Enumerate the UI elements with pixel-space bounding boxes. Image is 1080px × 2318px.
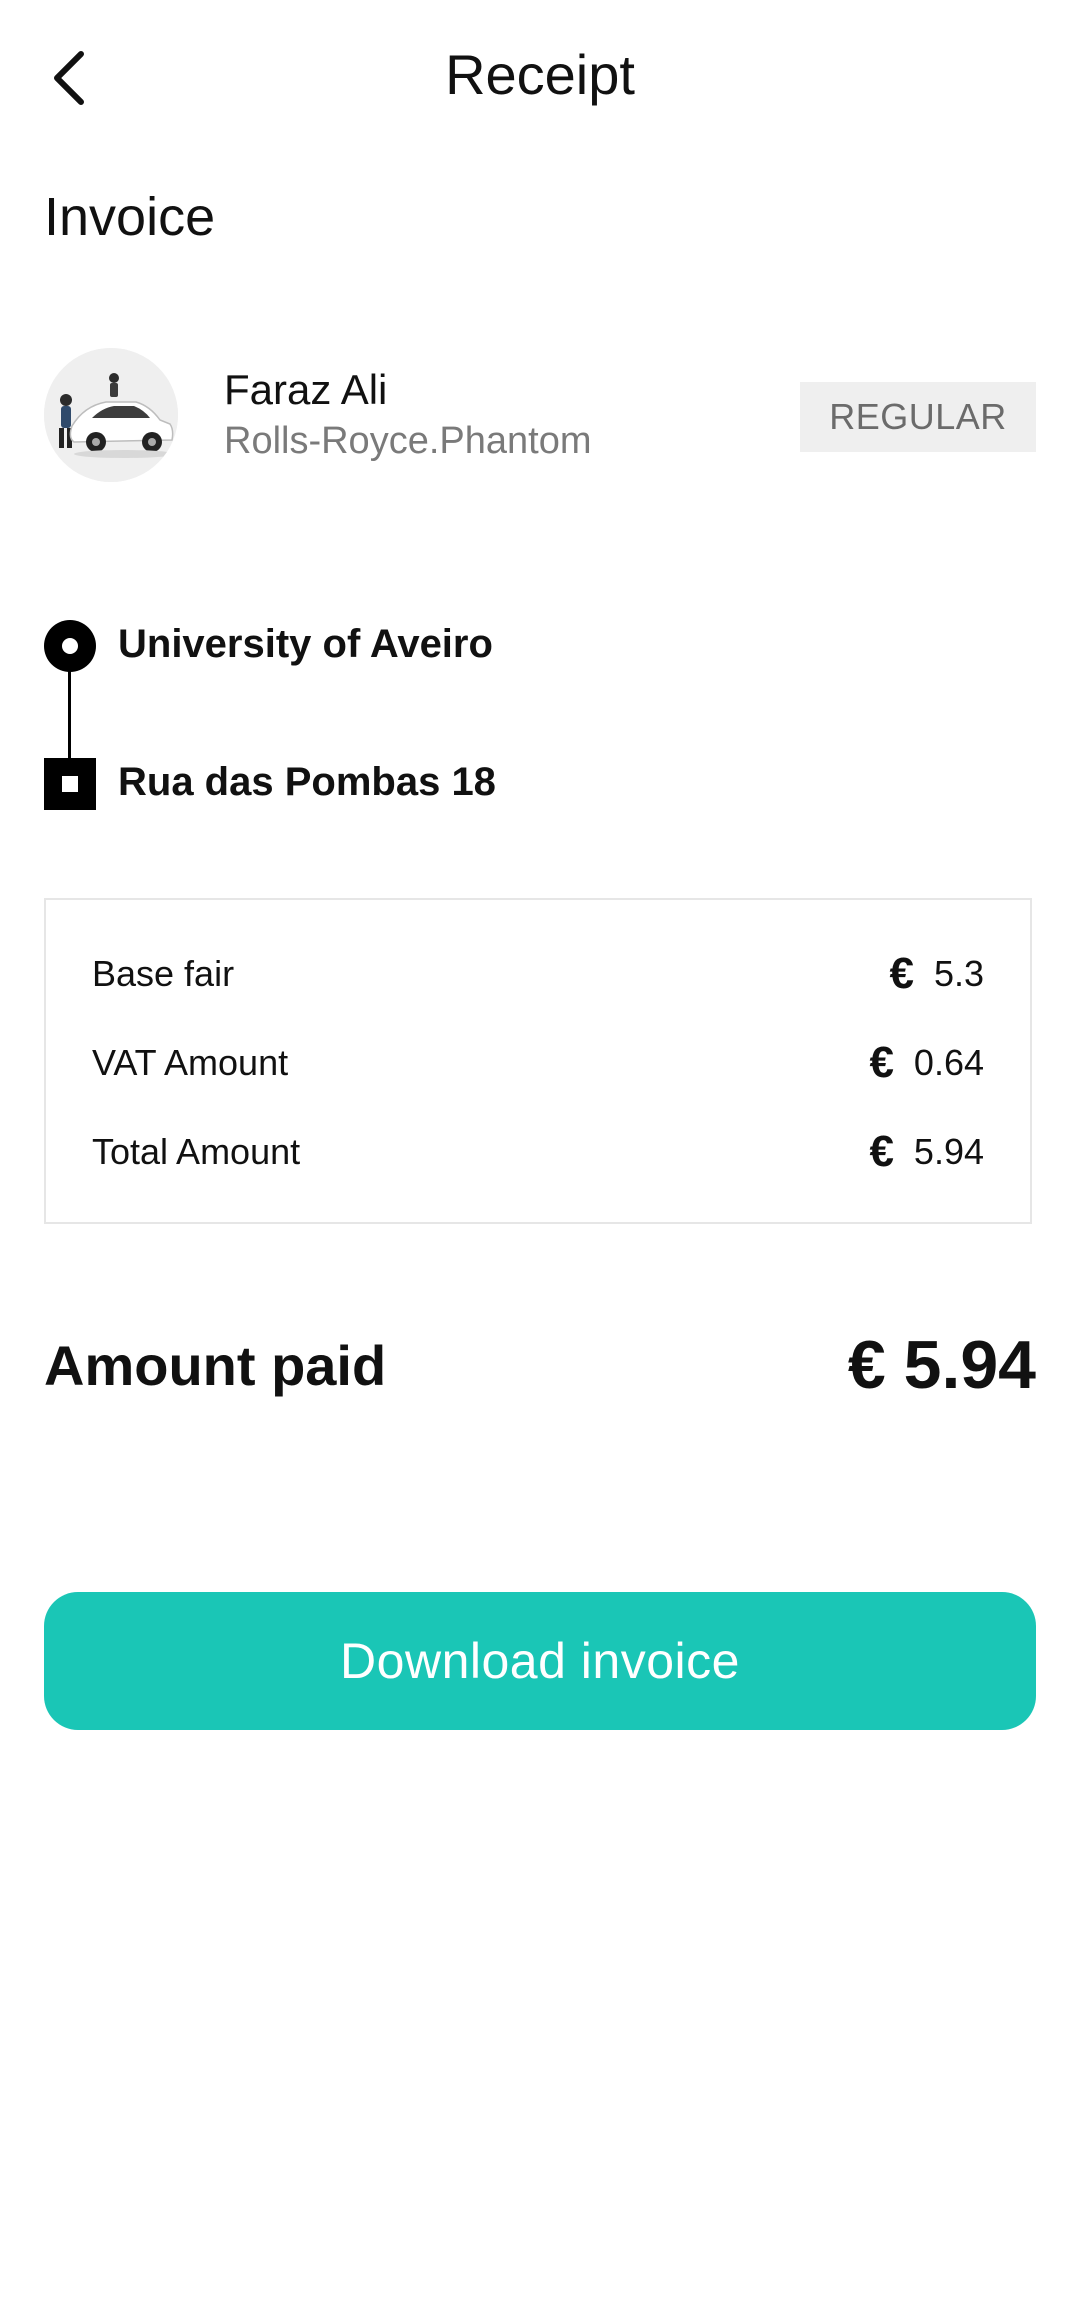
fare-row-vat: VAT Amount € 0.64 [92,1033,984,1093]
driver-card: Faraz Ali Rolls-Royce.Phantom REGULAR [44,348,1036,484]
route-summary: University of Aveiro Rua das Pombas 18 [44,620,1036,820]
amount-paid-row: Amount paid € 5.94 [44,1320,1036,1410]
fare-label: Base fair [92,953,235,994]
top-bar: Receipt [0,0,1080,160]
driver-name: Faraz Ali [224,366,388,413]
car-model: Rolls-Royce.Phantom [224,420,592,462]
fare-amount: € 5.94 [869,1127,984,1177]
fare-value: 5.3 [933,953,984,994]
amount-paid-label: Amount paid [44,1333,387,1397]
fare-amount: € 0.64 [869,1038,984,1088]
fare-amount: € 5.3 [889,949,984,999]
euro-icon: € [869,1038,894,1087]
euro-icon: € [889,949,914,998]
download-invoice-button[interactable]: Download invoice [44,1592,1036,1730]
fare-label: Total Amount [92,1131,301,1172]
fare-value: 0.64 [913,1042,984,1083]
fare-label: VAT Amount [92,1042,289,1083]
euro-icon: € [869,1127,894,1176]
amount-paid-number: 5.94 [903,1327,1036,1403]
fare-value: 5.94 [913,1131,984,1172]
ride-type-badge: REGULAR [800,382,1036,452]
fare-breakdown: Base fair € 5.3 VAT Amount € 0.64 Total … [44,898,1032,1224]
pickup-address: University of Aveiro [118,622,493,666]
driver-avatar [44,348,178,482]
invoice-heading: Invoice [44,187,216,247]
amount-paid-value: € 5.94 [848,1326,1036,1404]
fare-row-total: Total Amount € 5.94 [92,1122,984,1182]
dropoff-square-icon [44,758,96,810]
euro-icon: € [847,1327,886,1403]
route-connector-line [68,668,71,764]
fare-row-base: Base fair € 5.3 [92,944,984,1004]
dropoff-address: Rua das Pombas 18 [118,760,496,804]
pickup-circle-icon [44,620,96,672]
page-title: Receipt [445,43,635,106]
car-avatar-icon [44,348,178,482]
